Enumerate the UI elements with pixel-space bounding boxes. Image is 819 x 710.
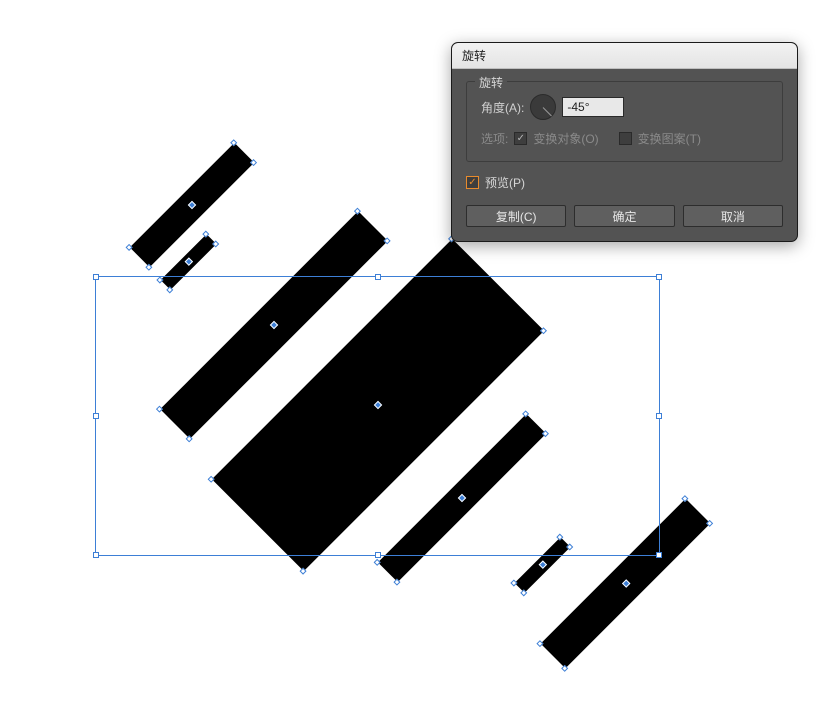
selection-handle[interactable] — [656, 413, 662, 419]
preview-label: 预览(P) — [485, 174, 525, 191]
angle-input[interactable] — [562, 97, 624, 117]
transform-objects-label: 变换对象(O) — [533, 130, 598, 147]
selection-handle[interactable] — [656, 274, 662, 280]
artwork-bar[interactable] — [541, 499, 711, 669]
selection-handle[interactable] — [93, 274, 99, 280]
copy-button[interactable]: 复制(C) — [466, 205, 566, 227]
transform-patterns-label: 变换图案(T) — [638, 130, 701, 147]
dialog-titlebar[interactable]: 旋转 — [452, 43, 797, 69]
artwork-bar[interactable] — [212, 239, 544, 571]
options-label: 选项: — [481, 130, 508, 147]
selection-handle[interactable] — [375, 552, 381, 558]
angle-dial-icon[interactable] — [530, 94, 556, 120]
ok-button[interactable]: 确定 — [574, 205, 674, 227]
transform-objects-checkbox[interactable] — [514, 132, 527, 145]
transform-patterns-checkbox[interactable] — [619, 132, 632, 145]
rotate-group: 旋转 角度(A): 选项: 变换对象(O) 变换图案(T) — [466, 81, 783, 162]
rotate-dialog: 旋转 旋转 角度(A): 选项: 变换对象(O) 变换图案(T) 预览(P) — [451, 42, 798, 242]
cancel-button[interactable]: 取消 — [683, 205, 783, 227]
angle-label: 角度(A): — [481, 99, 524, 116]
artwork-bar[interactable] — [515, 537, 571, 593]
dialog-title: 旋转 — [462, 49, 486, 63]
selection-handle[interactable] — [375, 274, 381, 280]
selection-handle[interactable] — [93, 552, 99, 558]
preview-checkbox[interactable] — [466, 176, 479, 189]
selection-handle[interactable] — [93, 413, 99, 419]
group-label: 旋转 — [475, 74, 507, 91]
